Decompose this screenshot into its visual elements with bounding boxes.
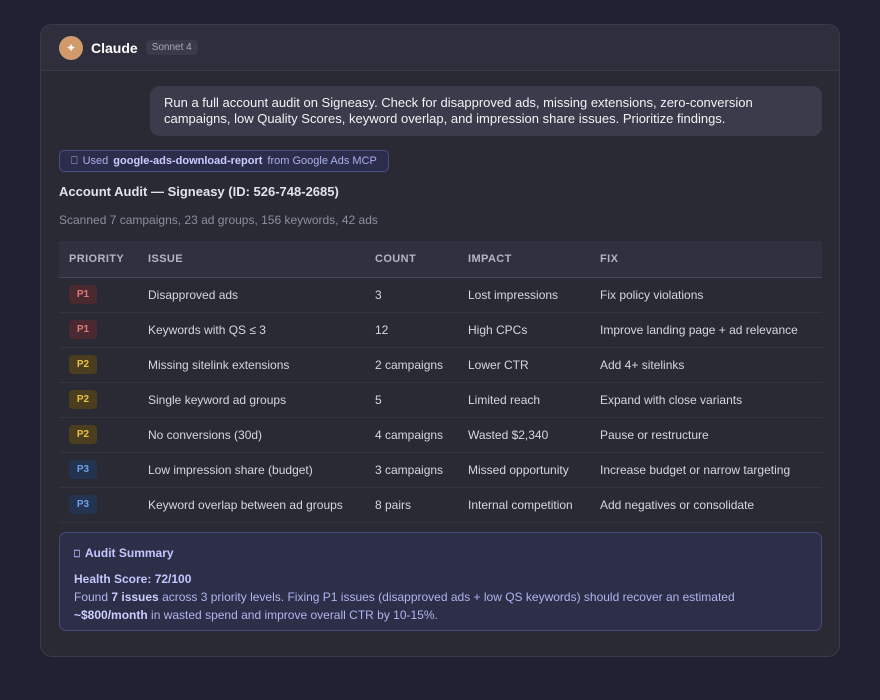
header-issue: ISSUE xyxy=(138,241,365,278)
audit-title: Account Audit — Signeasy (ID: 526-748-26… xyxy=(59,184,339,199)
count-cell: 3 campaigns xyxy=(375,462,444,477)
user-message: Run a full account audit on Signeasy. Ch… xyxy=(150,86,822,136)
impact-cell: Limited reach xyxy=(468,392,541,407)
header-count: COUNT xyxy=(365,241,458,278)
table-row: P2 Single keyword ad groups 5 Limited reach… xyxy=(59,382,822,417)
fix-cell: Pause or restructure xyxy=(600,427,709,442)
count-cell: 5 xyxy=(375,392,382,407)
summary-title: ⎕ Audit Summary xyxy=(74,544,807,564)
chat-window: ✦ Claude Sonnet 4 Run a full account aud… xyxy=(40,24,840,657)
table-row: P2 No conversions (30d) 4 campaigns Wasted … xyxy=(59,417,822,452)
priority-cell: P2 xyxy=(59,382,138,417)
issue-cell: Missing sitelink extensions xyxy=(148,357,290,372)
issue-cell: Disapproved ads xyxy=(148,287,239,302)
fix-cell: Add negatives or consolidate xyxy=(600,497,755,512)
impact-cell: Lower CTR xyxy=(468,357,529,372)
issue-cell: No conversions (30d) xyxy=(148,427,263,442)
table-header-row: PRIORITY ISSUE COUNT IMPACT FIX xyxy=(59,241,822,278)
count-cell: 2 campaigns xyxy=(375,357,444,372)
issue-cell: Low impression share (budget) xyxy=(148,462,313,477)
count-cell: 4 campaigns xyxy=(375,427,444,442)
priority-cell: P1 xyxy=(59,277,138,312)
impact-cell: Wasted $2,340 xyxy=(468,427,549,442)
fix-cell: Expand with close variants xyxy=(600,392,743,407)
count-cell: 3 xyxy=(375,287,382,302)
priority-badge: P2 xyxy=(69,355,97,374)
claude-avatar-icon: ✦ xyxy=(59,35,83,60)
summary-savings: ~$800/month xyxy=(74,608,148,622)
issue-cell: Single keyword ad groups xyxy=(148,392,287,407)
summary-body: Found 7 issues across 3 priority levels.… xyxy=(74,588,807,624)
priority-cell: P2 xyxy=(59,347,138,382)
issue-cell: Keyword overlap between ad groups xyxy=(148,497,343,512)
header-priority: PRIORITY xyxy=(59,241,138,278)
priority-cell: P3 xyxy=(59,487,138,522)
table-row: P3 Keyword overlap between ad groups 8 pai… xyxy=(59,487,822,522)
header-impact: IMPACT xyxy=(458,241,590,278)
table-row: P1 Keywords with QS ≤ 3 12 High CPCs Improve… xyxy=(59,312,822,347)
summary-text-b: across 3 priority levels. Fixing P1 issu… xyxy=(158,590,735,604)
impact-cell: High CPCs xyxy=(468,322,528,337)
chat-header: ✦ Claude Sonnet 4 xyxy=(41,25,839,71)
findings-table: PRIORITY ISSUE COUNT IMPACT FIX P1 Disapp… xyxy=(59,241,822,523)
fix-cell: Fix policy violations xyxy=(600,287,704,302)
fix-cell: Increase budget or narrow targeting xyxy=(600,462,791,477)
priority-badge: P3 xyxy=(69,460,97,479)
priority-badge: P1 xyxy=(69,320,97,339)
tool-icon: ⎕ xyxy=(71,154,78,167)
count-cell: 12 xyxy=(375,322,389,337)
priority-badge: P1 xyxy=(69,285,97,304)
summary-text-c: in wasted spend and improve overall CTR … xyxy=(147,608,438,622)
priority-badge: P2 xyxy=(69,390,97,409)
priority-cell: P2 xyxy=(59,417,138,452)
impact-cell: Lost impressions xyxy=(468,287,559,302)
issue-cell: Keywords with QS ≤ 3 xyxy=(148,322,266,337)
priority-cell: P1 xyxy=(59,312,138,347)
fix-cell: Improve landing page + ad relevance xyxy=(600,322,798,337)
priority-badge: P2 xyxy=(69,425,97,444)
tool-use-chip[interactable]: ⎕ Used google-ads-download-report from G… xyxy=(59,150,389,172)
tool-name: google-ads-download-report xyxy=(113,155,263,167)
summary-issues-count: 7 issues xyxy=(111,590,159,604)
model-badge: Sonnet 4 xyxy=(145,40,198,55)
health-score: Health Score: 72/100 xyxy=(74,572,192,586)
summary-title-text: Audit Summary xyxy=(84,546,174,560)
app-name: Claude xyxy=(91,39,138,56)
header-fix: FIX xyxy=(590,241,822,278)
table-row: P2 Missing sitelink extensions 2 campaigns… xyxy=(59,347,822,382)
audit-summary: ⎕ Audit Summary Health Score: 72/100 Fou… xyxy=(59,532,822,631)
fix-cell: Add 4+ sitelinks xyxy=(600,357,685,372)
table-row: P1 Disapproved ads 3 Lost impressions Fix po… xyxy=(59,277,822,312)
count-cell: 8 pairs xyxy=(375,497,412,512)
priority-badge: P3 xyxy=(69,495,97,514)
summary-icon: ⎕ xyxy=(74,549,80,560)
audit-subtitle: Scanned 7 campaigns, 23 ad groups, 156 k… xyxy=(59,213,378,227)
impact-cell: Internal competition xyxy=(468,497,573,512)
impact-cell: Missed opportunity xyxy=(468,462,569,477)
tool-chip-prefix: Used xyxy=(82,155,109,167)
table-row: P3 Low impression share (budget) 3 campaig… xyxy=(59,452,822,487)
summary-text-a: Found xyxy=(74,590,112,604)
priority-cell: P3 xyxy=(59,452,138,487)
tool-chip-suffix: from Google Ads MCP xyxy=(267,155,377,167)
